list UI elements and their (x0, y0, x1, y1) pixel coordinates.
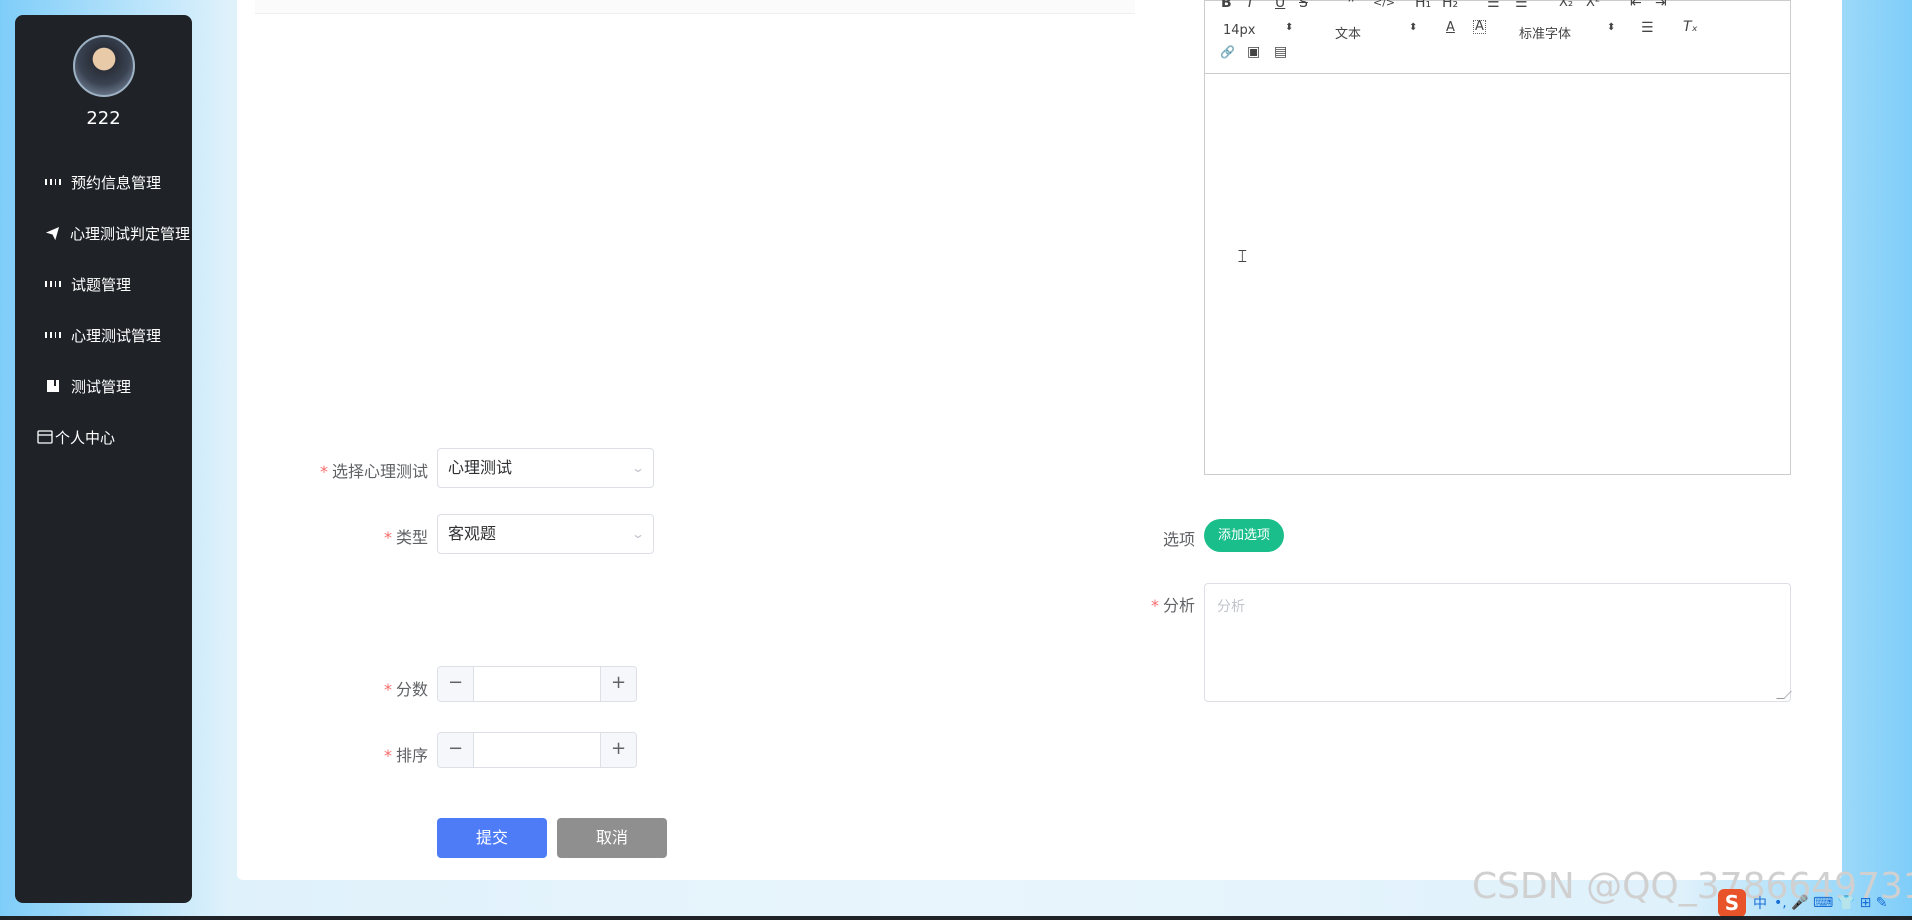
type-select[interactable]: 客观题 ⌄ (437, 514, 654, 554)
video-icon[interactable]: ▤ (1274, 44, 1287, 60)
sidebar-item-test-judgement[interactable]: 心理测试判定管理 (45, 221, 190, 245)
font-family-select[interactable]: 标准字体 ⬍ (1519, 22, 1619, 42)
sidebar-item-label: 测试管理 (71, 377, 132, 396)
order-decrement-button[interactable]: − (438, 733, 474, 767)
h1-button[interactable]: H₁ (1415, 0, 1431, 11)
text-cursor-icon: 𝙸 (1236, 246, 1249, 267)
h2-button[interactable]: H₂ (1442, 0, 1458, 11)
wallet-icon (37, 429, 53, 445)
sidebar-item-label: 试题管理 (71, 275, 132, 294)
test-select-label: * 选择心理测试 (319, 462, 428, 481)
score-increment-button[interactable]: + (600, 667, 636, 701)
analysis-textarea[interactable]: 分析 (1204, 583, 1792, 702)
bullet-list-button[interactable]: ☰ (1515, 0, 1528, 11)
options-label: 选项 (1162, 530, 1195, 549)
resize-handle-icon[interactable] (1776, 691, 1792, 699)
chevron-down-icon: ⌄ (630, 461, 646, 475)
ordered-list-button[interactable]: ☰ (1487, 0, 1500, 11)
outdent-button[interactable]: ⇤ (1630, 0, 1642, 11)
score-stepper[interactable]: − + (437, 666, 637, 702)
editor-toolbar: B I U S ❞ </> H₁ H₂ ☰ ☰ X₂ X² ⇤ ⇥ 14px ⬍… (1205, 0, 1790, 74)
bg-color-button[interactable]: A (1473, 20, 1486, 34)
code-button[interactable]: </> (1373, 0, 1395, 9)
link-icon[interactable]: 🔗 (1220, 45, 1235, 59)
test-select[interactable]: 心理测试 ⌄ (437, 448, 654, 488)
sidebar-item-label: 心理测试判定管理 (70, 224, 190, 243)
font-size-value: 14px (1223, 23, 1256, 38)
ime-logo-icon[interactable]: S (1718, 889, 1746, 917)
cancel-button[interactable]: 取消 (557, 818, 667, 858)
sidebar-item-psych-test[interactable]: 心理测试管理 (45, 323, 190, 347)
align-button[interactable]: ☰ (1641, 20, 1654, 36)
sidebar-item-label: 心理测试管理 (71, 326, 162, 345)
ime-language-indicator[interactable]: 中 (1753, 893, 1767, 913)
block-type-value: 文本 (1335, 27, 1362, 42)
analysis-label: * 分析 (1150, 596, 1195, 615)
test-select-value: 心理测试 (448, 458, 513, 477)
superscript-button[interactable]: X² (1586, 0, 1600, 10)
score-input[interactable] (475, 667, 599, 701)
chevron-up-down-icon: ⬍ (1607, 22, 1616, 33)
username: 222 (86, 108, 121, 129)
analysis-placeholder: 分析 (1217, 599, 1245, 615)
editor-content-area[interactable] (1205, 75, 1790, 474)
order-increment-button[interactable]: + (600, 733, 636, 767)
quote-button[interactable]: ❞ (1347, 0, 1355, 11)
sidebar-item-label: 个人中心 (55, 428, 116, 447)
font-family-value: 标准字体 (1519, 27, 1572, 42)
sidebar-item-questions[interactable]: 试题管理 (45, 272, 190, 296)
grid-icon (45, 174, 61, 190)
top-strip (255, 0, 1135, 14)
avatar[interactable] (73, 35, 135, 97)
submit-button[interactable]: 提交 (437, 818, 547, 858)
chevron-up-down-icon: ⬍ (1409, 22, 1418, 33)
indent-button[interactable]: ⇥ (1655, 0, 1667, 11)
image-icon[interactable]: ▣ (1247, 44, 1260, 60)
italic-button[interactable]: I (1248, 0, 1252, 11)
subscript-button[interactable]: X₂ (1559, 0, 1573, 10)
font-size-select[interactable]: 14px ⬍ (1223, 22, 1303, 38)
order-label: * 排序 (383, 746, 428, 765)
rich-text-editor: B I U S ❞ </> H₁ H₂ ☰ ☰ X₂ X² ⇤ ⇥ 14px ⬍… (1204, 0, 1791, 475)
score-decrement-button[interactable]: − (438, 667, 474, 701)
block-type-select[interactable]: 文本 ⬍ (1335, 22, 1420, 42)
sidebar-item-label: 预约信息管理 (71, 173, 162, 192)
system-tray: S 中 •, 🎤 ⌨ 👕 ⊞ ✎ (1718, 888, 1912, 918)
sidebar-item-profile[interactable]: 个人中心 (37, 425, 182, 449)
add-option-button[interactable]: 添加选项 (1204, 519, 1284, 552)
order-input[interactable] (475, 733, 599, 767)
sidebar: 222 预约信息管理 心理测试判定管理 试题管理 心理测试管理 测试管理 个人中… (15, 15, 192, 903)
font-color-button[interactable]: A (1446, 20, 1455, 35)
type-label: * 类型 (383, 528, 428, 547)
underline-button[interactable]: U (1275, 0, 1285, 11)
score-label: * 分数 (383, 680, 428, 699)
chevron-down-icon: ⌄ (630, 527, 646, 541)
bottom-edge (0, 916, 1912, 920)
tray-icons[interactable]: •, 🎤 ⌨ 👕 ⊞ ✎ (1774, 895, 1888, 911)
strike-button[interactable]: S (1299, 0, 1308, 11)
bold-button[interactable]: B (1221, 0, 1232, 11)
sidebar-item-appointment[interactable]: 预约信息管理 (45, 170, 190, 194)
clean-format-button[interactable]: Tₓ (1683, 19, 1698, 35)
sidebar-item-tests[interactable]: 测试管理 (45, 374, 190, 398)
book-icon (45, 378, 61, 394)
grid-icon (45, 276, 61, 292)
order-stepper[interactable]: − + (437, 732, 637, 768)
grid-icon (45, 327, 61, 343)
paper-plane-icon (45, 225, 60, 241)
type-select-value: 客观题 (448, 524, 497, 543)
chevron-up-down-icon: ⬍ (1285, 22, 1294, 33)
